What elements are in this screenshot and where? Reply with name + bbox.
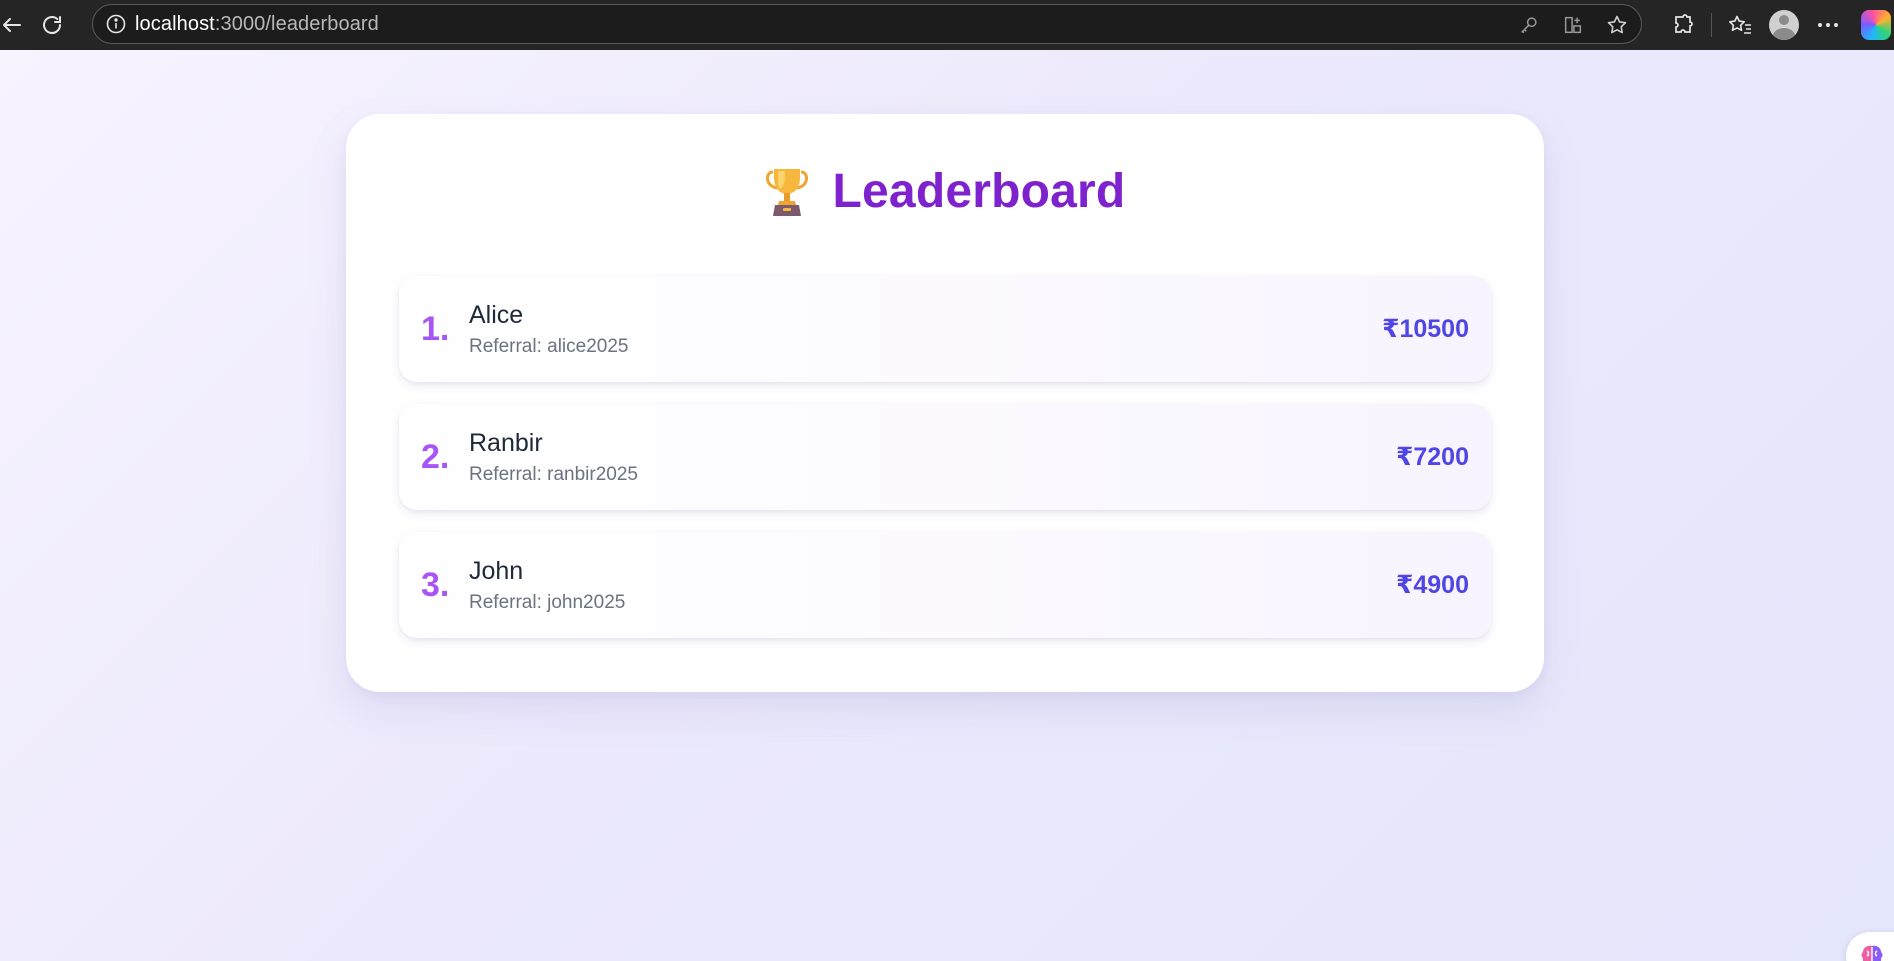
leaderboard-entry: 2. Ranbir Referral: ranbir2025 ₹7200 (399, 404, 1491, 510)
entry-info: Ranbir Referral: ranbir2025 (469, 428, 638, 487)
copilot-button[interactable] (1850, 3, 1894, 47)
entry-amount: ₹4900 (1395, 571, 1469, 599)
info-icon (106, 14, 126, 34)
brain-icon (1861, 945, 1883, 961)
password-key-button[interactable] (1515, 11, 1543, 39)
entry-info: Alice Referral: alice2025 (469, 300, 628, 359)
url-host: localhost (135, 12, 215, 35)
toolbar-divider (1711, 13, 1712, 37)
extensions-button[interactable] (1661, 3, 1705, 47)
favorites-list-icon (1729, 15, 1751, 34)
split-screen-button[interactable] (1559, 11, 1587, 39)
entry-rank: 3. (421, 565, 450, 604)
key-icon (1521, 17, 1537, 34)
entry-referral: Referral: ranbir2025 (469, 464, 638, 485)
entry-name: Alice (469, 301, 524, 329)
page-background: Leaderboard 1. Alice Referral: alice2025… (0, 50, 1894, 961)
assistant-float-button[interactable] (1846, 932, 1894, 961)
entry-name: Ranbir (469, 429, 543, 457)
favorite-button[interactable] (1603, 11, 1631, 39)
more-menu-button[interactable] (1806, 3, 1850, 47)
site-info-button[interactable] (103, 11, 129, 37)
more-dots-icon (1818, 23, 1838, 27)
copilot-icon (1861, 10, 1891, 40)
favorites-button[interactable] (1718, 3, 1762, 47)
entry-referral: Referral: john2025 (469, 592, 626, 613)
leaderboard-list: 1. Alice Referral: alice2025 ₹10500 2. R… (399, 276, 1491, 638)
address-bar[interactable]: localhost:3000/leaderboard (92, 4, 1642, 44)
entry-rank: 1. (421, 309, 450, 348)
reload-icon (43, 16, 61, 34)
leaderboard-card: Leaderboard 1. Alice Referral: alice2025… (346, 114, 1544, 692)
page-title: Leaderboard (832, 165, 1126, 218)
trophy-icon (765, 168, 808, 216)
puzzle-icon (1675, 14, 1693, 33)
page-header: Leaderboard (346, 164, 1544, 219)
entry-rank: 2. (421, 437, 450, 476)
grid-plus-icon (1564, 16, 1582, 34)
leaderboard-entry: 1. Alice Referral: alice2025 ₹10500 (399, 276, 1491, 382)
entry-amount: ₹10500 (1382, 315, 1469, 343)
browser-toolbar: localhost:3000/leaderboard (0, 0, 1894, 50)
reload-button[interactable] (32, 5, 72, 45)
avatar (1769, 10, 1799, 40)
arrow-left-icon (3, 18, 21, 32)
entry-info: John Referral: john2025 (469, 556, 625, 615)
back-button[interactable] (0, 5, 32, 45)
entry-referral: Referral: alice2025 (469, 336, 629, 357)
entry-name: John (469, 557, 524, 585)
url-path: :3000/leaderboard (214, 12, 379, 35)
entry-amount: ₹7200 (1395, 443, 1469, 471)
profile-button[interactable] (1762, 3, 1806, 47)
leaderboard-entry: 3. John Referral: john2025 ₹4900 (399, 532, 1491, 638)
star-icon (1607, 15, 1627, 34)
url-text[interactable]: localhost:3000/leaderboard (135, 13, 379, 36)
